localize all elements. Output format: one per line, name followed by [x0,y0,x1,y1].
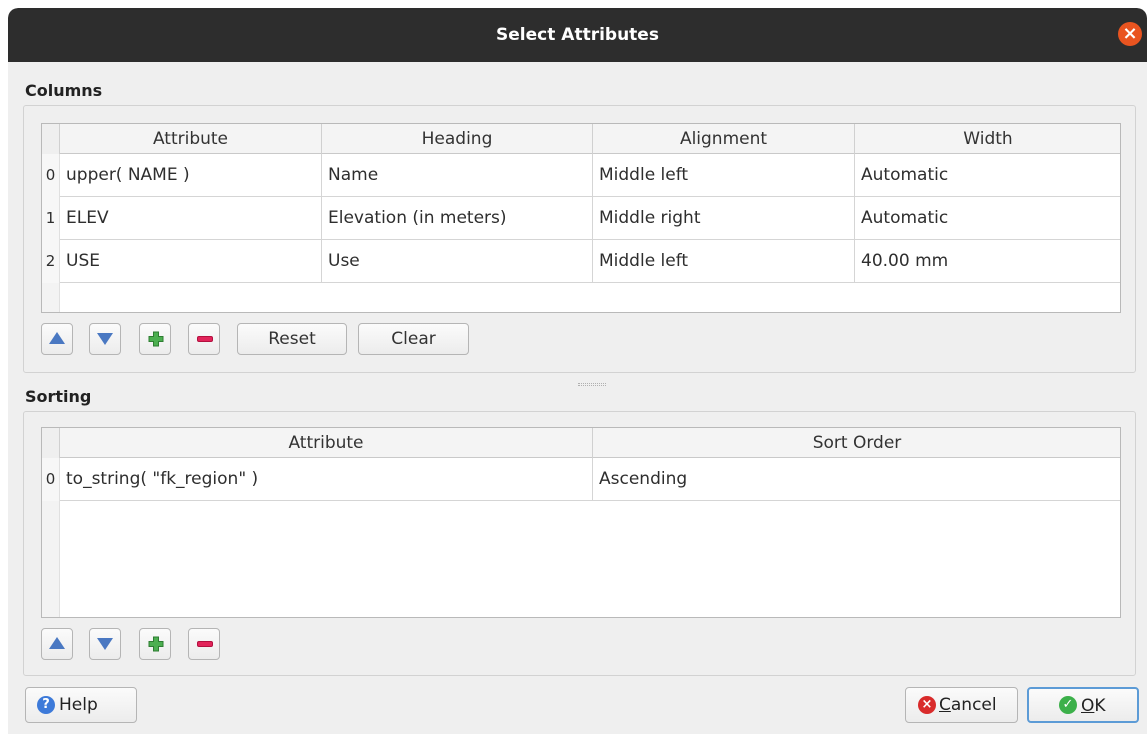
header-attribute[interactable]: Attribute [60,124,322,154]
header-width[interactable]: Width [855,124,1121,154]
row-header-filler [42,501,60,617]
cancel-label-rest: ancel [950,695,997,715]
cell-alignment[interactable]: Middle left [593,154,855,197]
add-column-button[interactable] [139,323,171,355]
select-attributes-dialog: Select Attributes × Columns Attribute He… [8,8,1147,734]
cell-sort-order[interactable]: Ascending [593,458,1121,501]
row-number: 2 [42,240,60,283]
cancel-icon: × [918,696,936,714]
table-corner [42,124,60,154]
table-row[interactable]: 0 upper( NAME ) Name Middle left Automat… [42,154,1120,197]
cell-width[interactable]: Automatic [855,154,1121,197]
row-header-filler [42,283,60,312]
arrow-down-icon [97,637,113,650]
remove-column-button[interactable] [188,323,220,355]
splitter-handle[interactable] [578,383,606,386]
header-alignment[interactable]: Alignment [593,124,855,154]
ok-button[interactable]: ✓ OK [1027,687,1139,723]
help-icon: ? [37,696,55,714]
cell-attribute[interactable]: to_string( "fk_region" ) [60,458,593,501]
close-button[interactable]: × [1118,22,1142,46]
cell-width[interactable]: Automatic [855,197,1121,240]
move-up-button[interactable] [41,323,73,355]
cell-heading[interactable]: Elevation (in meters) [322,197,593,240]
sorting-section-label: Sorting [25,387,92,406]
dialog-title: Select Attributes [496,25,659,45]
clear-button[interactable]: Clear [358,323,469,355]
cell-attribute[interactable]: USE [60,240,322,283]
sort-move-down-button[interactable] [89,628,121,660]
sorting-table[interactable]: Attribute Sort Order 0 to_string( "fk_re… [41,427,1121,618]
row-number: 0 [42,154,60,197]
minus-icon [197,641,213,647]
row-number: 0 [42,458,60,501]
arrow-down-icon [97,332,113,345]
header-heading[interactable]: Heading [322,124,593,154]
minus-icon [197,336,213,342]
cell-width[interactable]: 40.00 mm [855,240,1121,283]
header-attribute[interactable]: Attribute [60,428,593,458]
check-icon: ✓ [1059,696,1077,714]
remove-sort-button[interactable] [188,628,220,660]
table-row[interactable]: 2 USE Use Middle left 40.00 mm [42,240,1120,283]
table-corner [42,428,60,458]
reset-button[interactable]: Reset [237,323,347,355]
cell-heading[interactable]: Name [322,154,593,197]
sort-move-up-button[interactable] [41,628,73,660]
add-sort-button[interactable] [139,628,171,660]
cell-attribute[interactable]: upper( NAME ) [60,154,322,197]
arrow-up-icon [49,331,65,344]
ok-label: OK [1081,689,1106,723]
columns-section-label: Columns [25,81,103,100]
columns-table-header: Attribute Heading Alignment Width [42,124,1120,154]
cancel-mnemonic: C [939,695,951,715]
cell-attribute[interactable]: ELEV [60,197,322,240]
sorting-table-header: Attribute Sort Order [42,428,1120,458]
cell-alignment[interactable]: Middle right [593,197,855,240]
table-row[interactable]: 1 ELEV Elevation (in meters) Middle righ… [42,197,1120,240]
cancel-button[interactable]: × Cancel [905,687,1018,723]
table-row[interactable]: 0 to_string( "fk_region" ) Ascending [42,458,1120,501]
cell-alignment[interactable]: Middle left [593,240,855,283]
plus-icon [148,636,164,652]
help-label: Help [59,695,98,715]
plus-icon [148,331,164,347]
columns-table[interactable]: Attribute Heading Alignment Width 0 uppe… [41,123,1121,313]
move-down-button[interactable] [89,323,121,355]
arrow-up-icon [49,636,65,649]
cell-heading[interactable]: Use [322,240,593,283]
ok-label-rest: K [1094,696,1106,716]
title-bar: Select Attributes × [8,8,1147,62]
help-button[interactable]: ? Help [25,687,137,723]
row-number: 1 [42,197,60,240]
ok-mnemonic: O [1081,696,1095,716]
cancel-label: Cancel [939,688,997,722]
header-sort-order[interactable]: Sort Order [593,428,1121,458]
